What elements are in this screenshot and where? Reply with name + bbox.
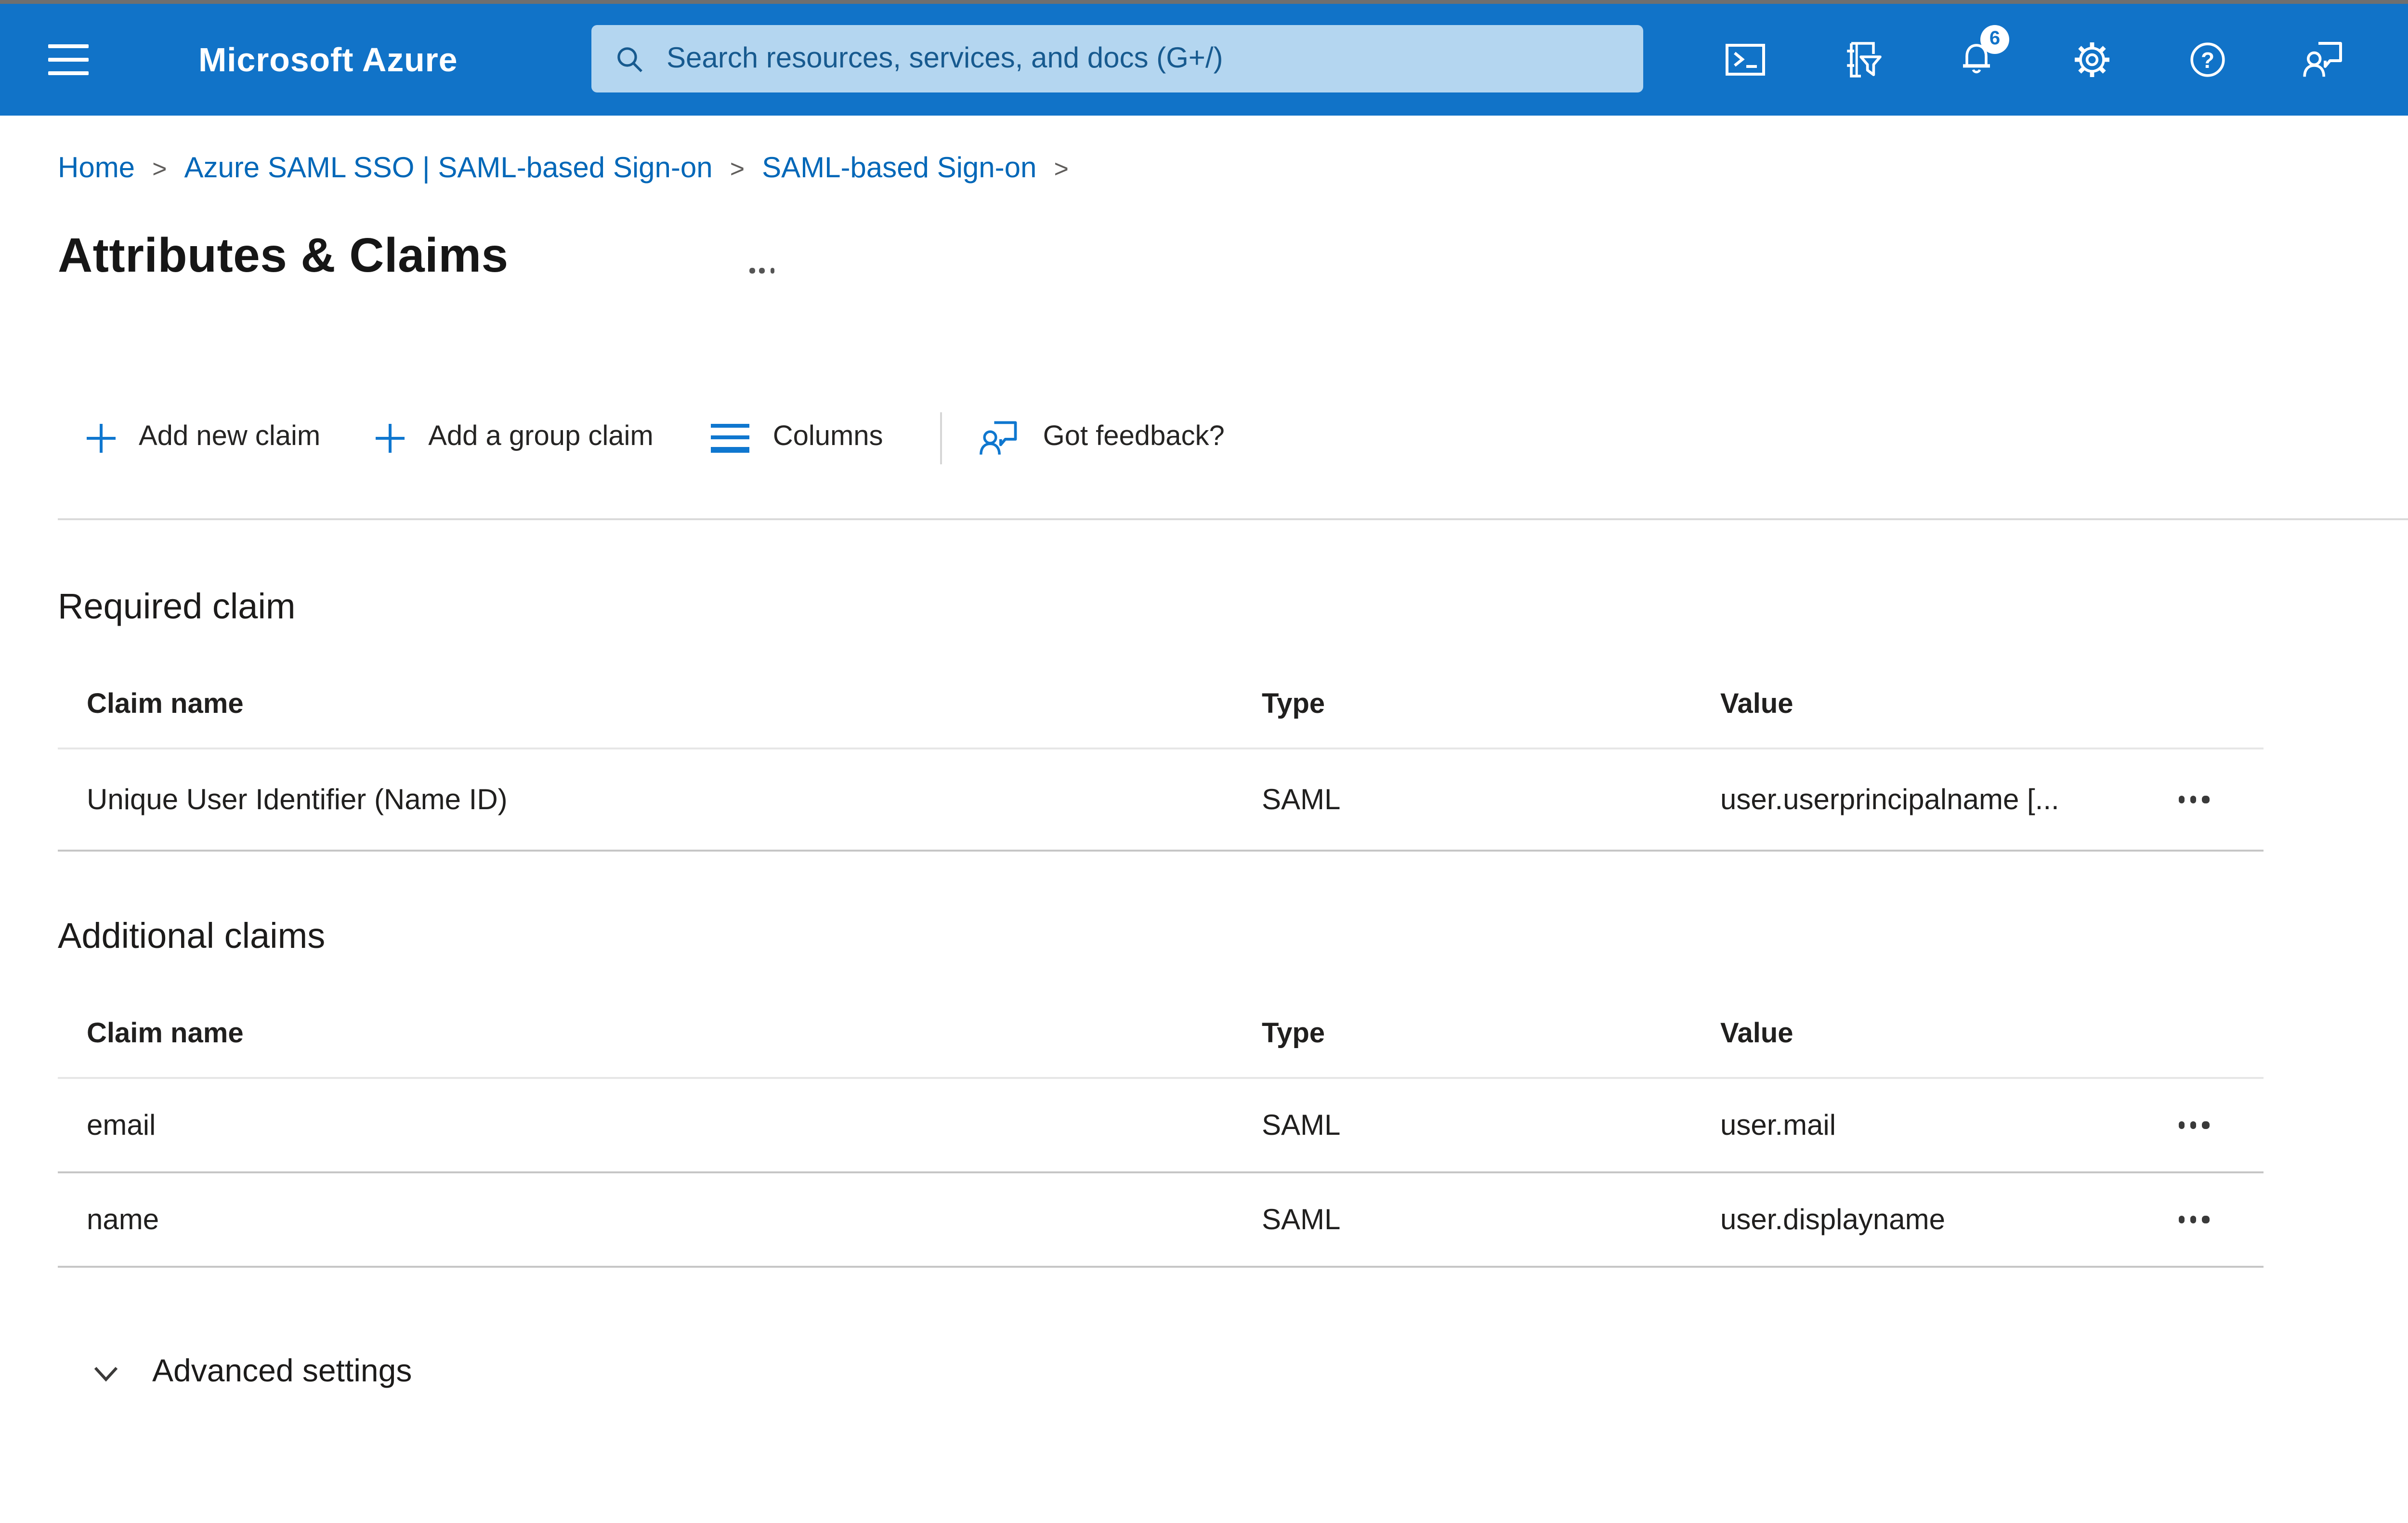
add-group-claim-label: Add a group claim [428, 422, 654, 453]
column-header-value: Value [1720, 690, 1793, 721]
breadcrumb-home-link[interactable]: Home [58, 152, 135, 185]
table-row-unique-user-identifier[interactable]: Unique User Identifier (Name ID) SAML us… [58, 749, 2264, 852]
table-row-name[interactable]: name SAML user.displayname [58, 1173, 2264, 1268]
search-icon [617, 46, 642, 71]
required-claim-heading: Required claim [58, 586, 296, 626]
row-context-menu-button[interactable] [2178, 1122, 2214, 1129]
top-navigation-bar: Microsoft Azure Search resources, servic… [0, 4, 2408, 116]
claim-value-cell: user.mail [1720, 1109, 1836, 1142]
advanced-settings-label: Advanced settings [152, 1354, 412, 1389]
breadcrumb-saml-signon-link[interactable]: SAML-based Sign-on [762, 152, 1036, 185]
toolbar-divider [58, 518, 2408, 521]
additional-claims-heading: Additional claims [58, 915, 326, 956]
claim-type-cell: SAML [1262, 1203, 1341, 1236]
column-header-value: Value [1720, 1019, 1793, 1050]
global-search[interactable] [591, 25, 1643, 92]
additional-claims-table: Claim name Type Value email SAML user.ma… [58, 992, 2264, 1268]
chevron-down-icon [92, 1361, 119, 1384]
row-context-menu-button[interactable] [2178, 1216, 2214, 1223]
command-toolbar: Add new claim Add a group claim Columns [85, 408, 1279, 466]
feedback-icon [978, 415, 1022, 460]
settings-gear-icon[interactable] [2069, 37, 2115, 83]
hamburger-menu-icon[interactable] [48, 44, 89, 75]
breadcrumb-separator: > [1054, 154, 1069, 183]
breadcrumb-sso-link[interactable]: Azure SAML SSO | SAML-based Sign-on [184, 152, 712, 185]
plus-icon [85, 421, 118, 454]
claim-name-cell: name [87, 1203, 159, 1236]
topbar-icon-group: 6 ? [1722, 4, 2408, 116]
search-input[interactable] [663, 40, 1620, 77]
table-row-email[interactable]: email SAML user.mail [58, 1079, 2264, 1173]
plus-icon [374, 421, 407, 454]
claim-type-cell: SAML [1262, 783, 1341, 816]
breadcrumb-separator: > [152, 154, 167, 183]
columns-label: Columns [772, 422, 883, 453]
azure-portal-page: Microsoft Azure Search resources, servic… [0, 0, 2408, 1523]
column-header-claim-name: Claim name [87, 690, 244, 721]
column-header-claim-name: Claim name [87, 1019, 244, 1050]
directory-subscription-filter-icon[interactable] [1838, 37, 1884, 83]
claim-name-cell: email [87, 1109, 156, 1142]
toolbar-separator [941, 411, 943, 463]
notifications-bell-icon[interactable]: 6 [1953, 25, 2009, 83]
add-group-claim-button[interactable]: Add a group claim [374, 421, 654, 454]
cloud-shell-icon[interactable] [1722, 37, 1768, 83]
claim-value-cell: user.displayname [1720, 1203, 1945, 1236]
page-title: Attributes & Claims [58, 229, 509, 283]
advanced-settings-toggle[interactable]: Advanced settings [92, 1354, 412, 1391]
required-claim-table: Claim name Type Value Unique User Identi… [58, 663, 2264, 852]
edit-columns-icon [707, 423, 752, 452]
claim-name-cell: Unique User Identifier (Name ID) [87, 783, 508, 816]
row-context-menu-button[interactable] [2178, 796, 2214, 803]
add-new-claim-label: Add new claim [139, 422, 321, 453]
window-top-edge [0, 0, 2408, 4]
title-context-menu-button[interactable] [749, 268, 781, 273]
feedback-icon[interactable] [2300, 37, 2346, 83]
got-feedback-label: Got feedback? [1043, 422, 1225, 453]
table-header-row: Claim name Type Value [58, 663, 2264, 749]
breadcrumb-separator: > [730, 154, 745, 183]
claim-type-cell: SAML [1262, 1109, 1341, 1142]
notification-count-badge: 6 [1980, 25, 2009, 54]
claim-value-cell: user.userprincipalname [... [1720, 783, 2059, 816]
breadcrumb: Home > Azure SAML SSO | SAML-based Sign-… [58, 152, 1086, 185]
brand-title: Microsoft Azure [198, 39, 458, 78]
columns-button[interactable]: Columns [707, 422, 883, 453]
got-feedback-button[interactable]: Got feedback? [978, 415, 1225, 460]
add-new-claim-button[interactable]: Add new claim [85, 421, 320, 454]
column-header-type: Type [1262, 1019, 1325, 1050]
help-icon[interactable]: ? [2185, 37, 2231, 83]
svg-text:?: ? [2201, 48, 2214, 73]
column-header-type: Type [1262, 690, 1325, 721]
table-header-row: Claim name Type Value [58, 992, 2264, 1079]
